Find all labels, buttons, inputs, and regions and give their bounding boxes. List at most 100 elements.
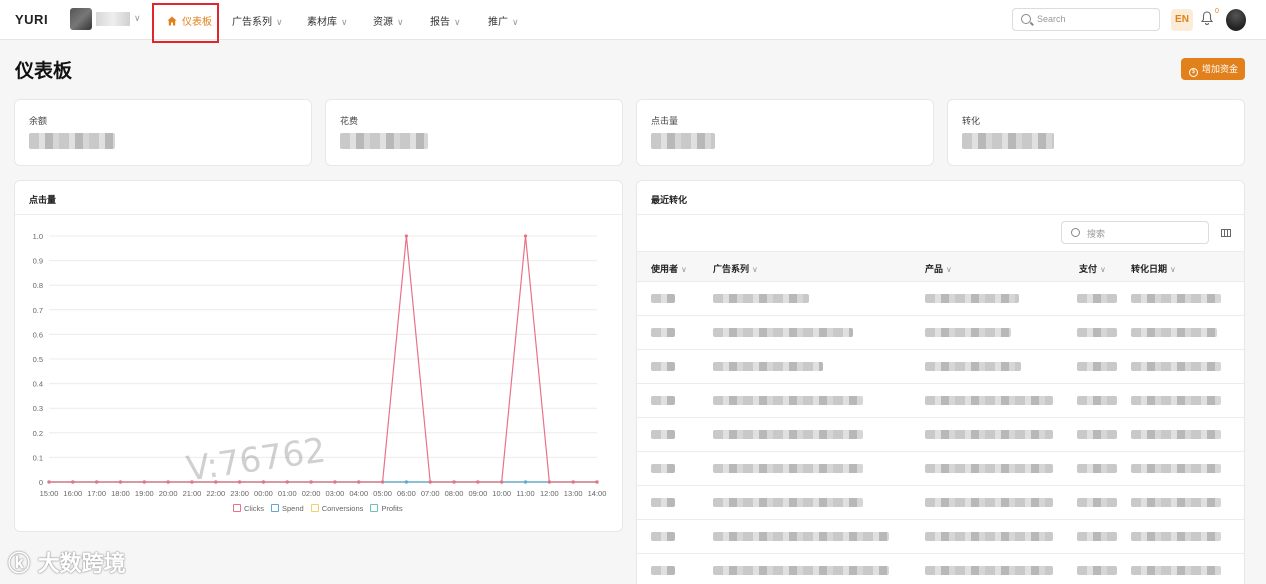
table-cell-redacted — [925, 464, 1053, 473]
stat-card-conversions: 转化 — [947, 99, 1245, 166]
data-point-spend — [523, 480, 528, 484]
table-header: 使用者 ∨ 广告系列 ∨ 产品 ∨ 支付 ∨ 转化日期 ∨ — [637, 251, 1244, 282]
bell-icon[interactable] — [1201, 11, 1213, 25]
table-cell-redacted — [1131, 430, 1221, 439]
data-point-clicks — [500, 480, 504, 484]
language-switcher[interactable]: EN — [1171, 9, 1193, 31]
x-tick-label: 20:00 — [159, 489, 178, 498]
data-point-clicks — [95, 480, 99, 484]
nav-reports[interactable]: 报告 ∨ — [430, 13, 461, 28]
table-row[interactable] — [637, 384, 1244, 418]
column-header-label: 支付 — [1079, 264, 1098, 274]
table-cell-redacted — [1077, 294, 1117, 303]
table-search-input[interactable]: 搜索 — [1061, 221, 1209, 244]
column-header-label: 使用者 — [651, 264, 679, 274]
data-point-clicks — [357, 480, 361, 484]
nav-resources[interactable]: 资源 ∨ — [373, 13, 404, 28]
table-row[interactable] — [637, 418, 1244, 452]
dollar-icon: $ — [1189, 68, 1198, 77]
x-tick-label: 23:00 — [230, 489, 249, 498]
data-point-clicks — [118, 480, 123, 484]
column-header-campaign[interactable]: 广告系列 ∨ — [713, 262, 758, 275]
global-search-input[interactable]: Search — [1012, 8, 1160, 31]
stat-value-redacted — [29, 133, 115, 149]
nav-label: 资源 — [373, 17, 393, 28]
table-cell-redacted — [651, 328, 675, 337]
legend-item[interactable]: Spend — [271, 504, 304, 513]
table-cell-redacted — [925, 532, 1053, 541]
column-header-payment[interactable]: 支付 ∨ — [1079, 262, 1106, 275]
top-navigation-bar: YURI ∨ 仪表板 广告系列 ∨ 素材库 ∨ 资源 ∨ 报告 ∨ 推广 ∨ Search… — [0, 0, 1266, 43]
stat-label: 花费 — [340, 116, 359, 126]
x-tick-label: 09:00 — [468, 489, 487, 498]
table-cell-redacted — [1077, 396, 1117, 405]
table-row[interactable] — [637, 282, 1244, 316]
table-cell-redacted — [713, 566, 889, 575]
highlight-annotation-box — [152, 3, 219, 43]
chevron-down-icon: ∨ — [1100, 265, 1106, 274]
data-point-clicks — [428, 480, 432, 484]
data-point-clicks — [380, 480, 385, 484]
table-cell-redacted — [1131, 532, 1221, 541]
nav-label: 报告 — [430, 17, 450, 28]
stat-value-redacted — [962, 133, 1054, 149]
search-placeholder: 搜索 — [1087, 229, 1106, 239]
table-cell-redacted — [651, 430, 675, 439]
table-cell-redacted — [1131, 294, 1221, 303]
nav-campaigns[interactable]: 广告系列 ∨ — [232, 13, 283, 28]
table-cell-redacted — [713, 328, 853, 337]
x-tick-label: 12:00 — [540, 489, 559, 498]
data-point-clicks — [285, 480, 289, 484]
columns-icon[interactable] — [1221, 229, 1231, 237]
y-tick-label: 0.1 — [33, 453, 43, 462]
y-tick-label: 0.2 — [33, 429, 43, 438]
table-row[interactable] — [637, 350, 1244, 384]
x-tick-label: 04:00 — [349, 489, 368, 498]
stat-label: 点击量 — [651, 116, 679, 126]
x-tick-label: 03:00 — [326, 489, 345, 498]
legend-label: Conversions — [321, 504, 364, 513]
table-cell-redacted — [713, 294, 809, 303]
table-row[interactable] — [637, 486, 1244, 520]
data-point-clicks — [547, 480, 551, 484]
legend-item[interactable]: Conversions — [310, 504, 364, 513]
account-switcher[interactable]: ∨ — [70, 8, 144, 30]
y-tick-label: 0.9 — [33, 257, 43, 266]
stat-card-balance: 余额 — [14, 99, 312, 166]
nav-creative-library[interactable]: 素材库 ∨ — [307, 13, 348, 28]
table-row[interactable] — [637, 452, 1244, 486]
table-cell-redacted — [713, 362, 823, 371]
column-header-product[interactable]: 产品 ∨ — [925, 262, 952, 275]
x-tick-label: 11:00 — [516, 489, 534, 498]
y-tick-label: 0.6 — [33, 330, 43, 339]
nav-promotion[interactable]: 推广 ∨ — [488, 13, 519, 28]
table-row[interactable] — [637, 520, 1244, 554]
column-header-user[interactable]: 使用者 ∨ — [651, 262, 687, 275]
chevron-down-icon: ∨ — [512, 17, 519, 27]
table-cell-redacted — [1131, 464, 1221, 473]
table-cell-redacted — [925, 294, 1019, 303]
legend-item[interactable]: Clicks — [233, 504, 264, 513]
user-avatar[interactable] — [1226, 9, 1246, 31]
legend-item[interactable]: Profits — [370, 504, 403, 513]
brand-watermark: ⓚ 大数跨境 — [8, 552, 126, 577]
x-tick-label: 07:00 — [421, 489, 440, 498]
search-icon — [1021, 14, 1031, 24]
panel-header: 点击量 — [15, 181, 622, 215]
panel-title: 最近转化 — [651, 195, 688, 205]
data-point-spend — [404, 480, 408, 484]
table-row[interactable] — [637, 554, 1244, 584]
stat-label: 转化 — [962, 116, 981, 126]
nav-label: 广告系列 — [232, 17, 272, 28]
brand-watermark-text: 大数跨境 — [37, 552, 126, 577]
chevron-down-icon: ∨ — [276, 17, 283, 27]
table-row[interactable] — [637, 316, 1244, 350]
data-point-clicks — [309, 480, 313, 484]
legend-swatch — [310, 504, 319, 512]
table-cell-redacted — [925, 430, 1053, 439]
app-logo[interactable]: YURI — [15, 12, 48, 27]
column-header-conversion-date[interactable]: 转化日期 ∨ — [1131, 262, 1176, 275]
add-funds-button[interactable]: $ 增加资金 — [1181, 58, 1245, 80]
table-cell-redacted — [1131, 498, 1221, 507]
table-cell-redacted — [1131, 328, 1217, 337]
